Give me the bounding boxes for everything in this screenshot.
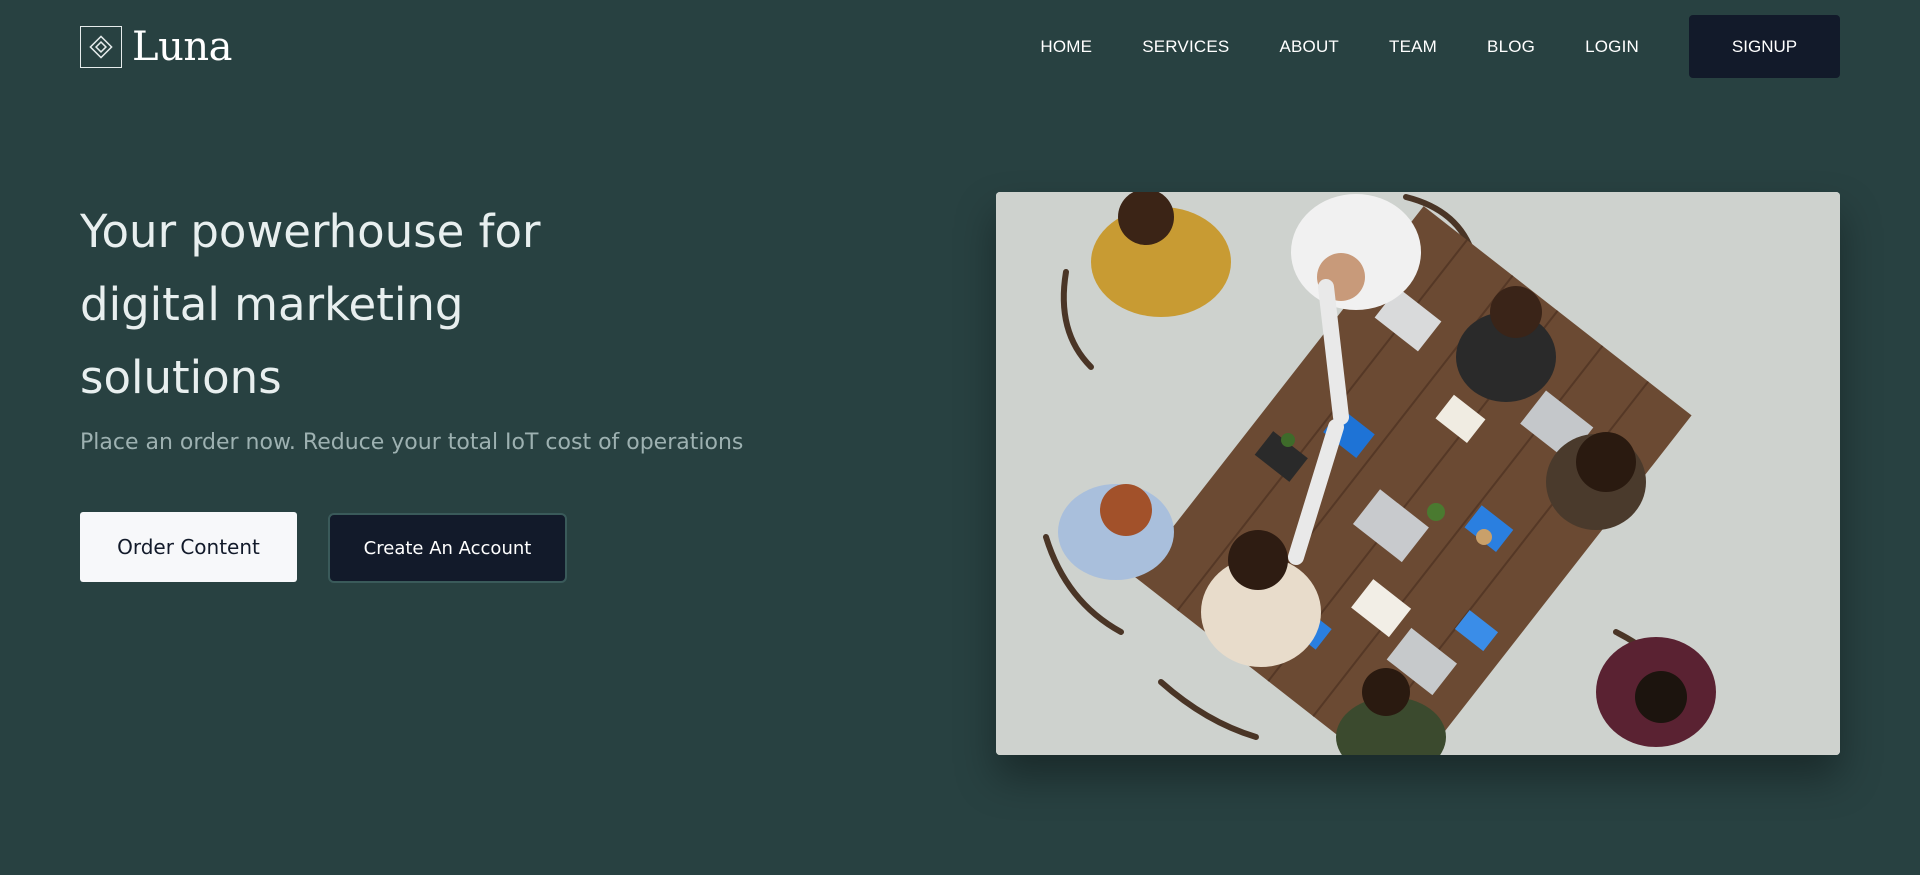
brand-logo-link[interactable]: Luna — [80, 25, 232, 69]
landing-page: Luna HOME SERVICES ABOUT TEAM BLOG LOGIN… — [0, 0, 1920, 875]
nav-team[interactable]: TEAM — [1389, 37, 1437, 57]
signup-button[interactable]: SIGNUP — [1689, 15, 1840, 78]
nav-login[interactable]: LOGIN — [1585, 37, 1639, 57]
main-nav: HOME SERVICES ABOUT TEAM BLOG LOGIN SIGN… — [1040, 15, 1840, 78]
hero-team-photo — [996, 192, 1840, 755]
nav-blog[interactable]: BLOG — [1487, 37, 1535, 57]
diamond-logo-icon — [80, 26, 122, 68]
nav-services[interactable]: SERVICES — [1142, 37, 1229, 57]
hero-subtitle: Place an order now. Reduce your total Io… — [80, 430, 744, 455]
brand-name: Luna — [132, 24, 232, 70]
nav-home[interactable]: HOME — [1040, 37, 1092, 57]
order-content-button[interactable]: Order Content — [80, 512, 297, 582]
hero-title: Your powerhouse for digital marketing so… — [80, 205, 541, 404]
nav-about[interactable]: ABOUT — [1279, 37, 1339, 57]
create-account-button[interactable]: Create An Account — [328, 513, 567, 583]
